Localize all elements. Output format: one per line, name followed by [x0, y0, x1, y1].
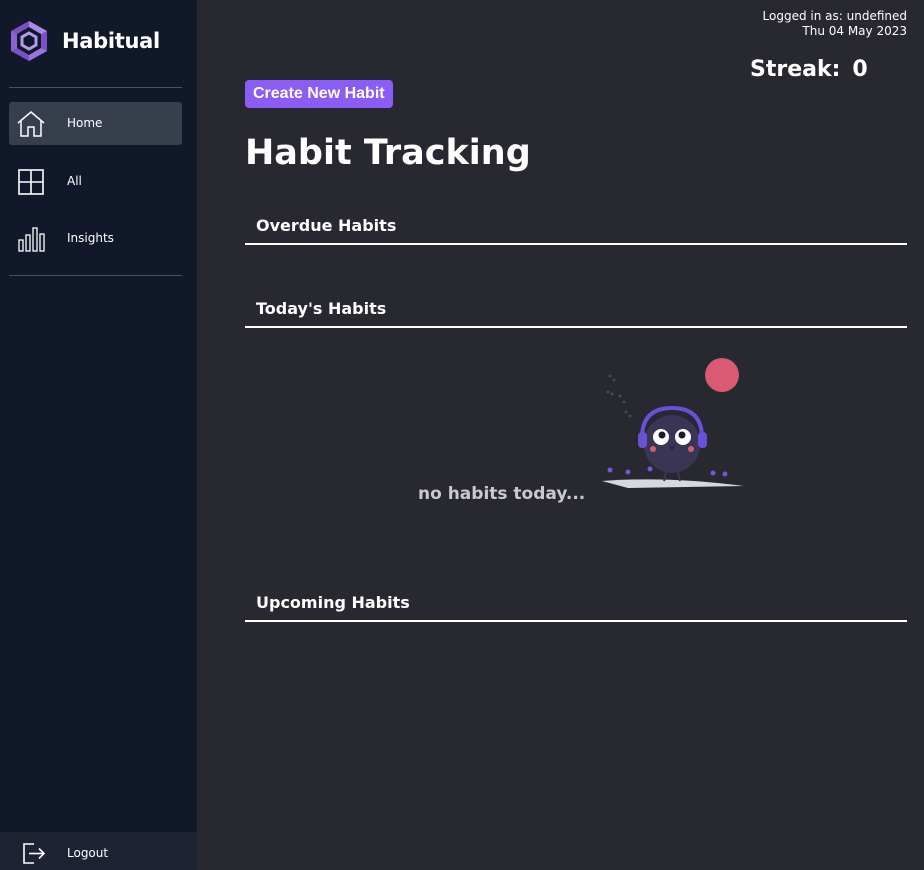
current-date: Thu 04 May 2023	[802, 24, 907, 38]
logout-label: Logout	[67, 846, 109, 860]
page-title: Habit Tracking	[245, 133, 531, 173]
logout-icon	[23, 843, 46, 864]
sidebar-item-label: All	[67, 174, 82, 188]
section-overdue-title: Overdue Habits	[256, 216, 397, 235]
app-root: Habitual Home All Insights Logout Logged…	[0, 0, 924, 870]
logout-button[interactable]: Logout	[0, 832, 197, 870]
sidebar-item-home[interactable]: Home	[9, 102, 182, 145]
sidebar-divider-top	[9, 87, 182, 88]
sidebar-item-label: Home	[67, 116, 103, 130]
house-icon	[17, 111, 45, 137]
section-upcoming: Upcoming Habits	[245, 585, 907, 622]
empty-state-bird-illustration	[602, 358, 744, 488]
section-today-title: Today's Habits	[256, 299, 387, 318]
logged-in-text: Logged in as: undefined	[762, 9, 907, 23]
streak-value: 0	[852, 57, 868, 82]
grid-icon	[18, 169, 44, 195]
section-upcoming-title: Upcoming Habits	[256, 593, 410, 612]
streak-counter: Streak: 0	[750, 57, 868, 82]
section-overdue: Overdue Habits	[245, 208, 907, 245]
sidebar-item-all[interactable]: All	[9, 160, 182, 203]
bar-chart-icon	[18, 227, 45, 252]
section-today: Today's Habits	[245, 291, 907, 328]
brand-name: Habitual	[62, 29, 160, 53]
brand[interactable]: Habitual	[8, 19, 160, 63]
sidebar-item-insights[interactable]: Insights	[9, 217, 182, 260]
create-habit-button[interactable]: Create New Habit	[245, 80, 393, 108]
sidebar-divider-bottom	[9, 275, 182, 276]
login-info: Logged in as: undefined Thu 04 May 2023	[763, 9, 907, 39]
sidebar-item-label: Insights	[67, 231, 114, 245]
hexagon-swirl-logo	[11, 21, 47, 61]
empty-today-message: no habits today...	[418, 484, 586, 504]
sidebar: Habitual Home All Insights Logout	[0, 0, 197, 870]
streak-label: Streak:	[750, 57, 841, 82]
